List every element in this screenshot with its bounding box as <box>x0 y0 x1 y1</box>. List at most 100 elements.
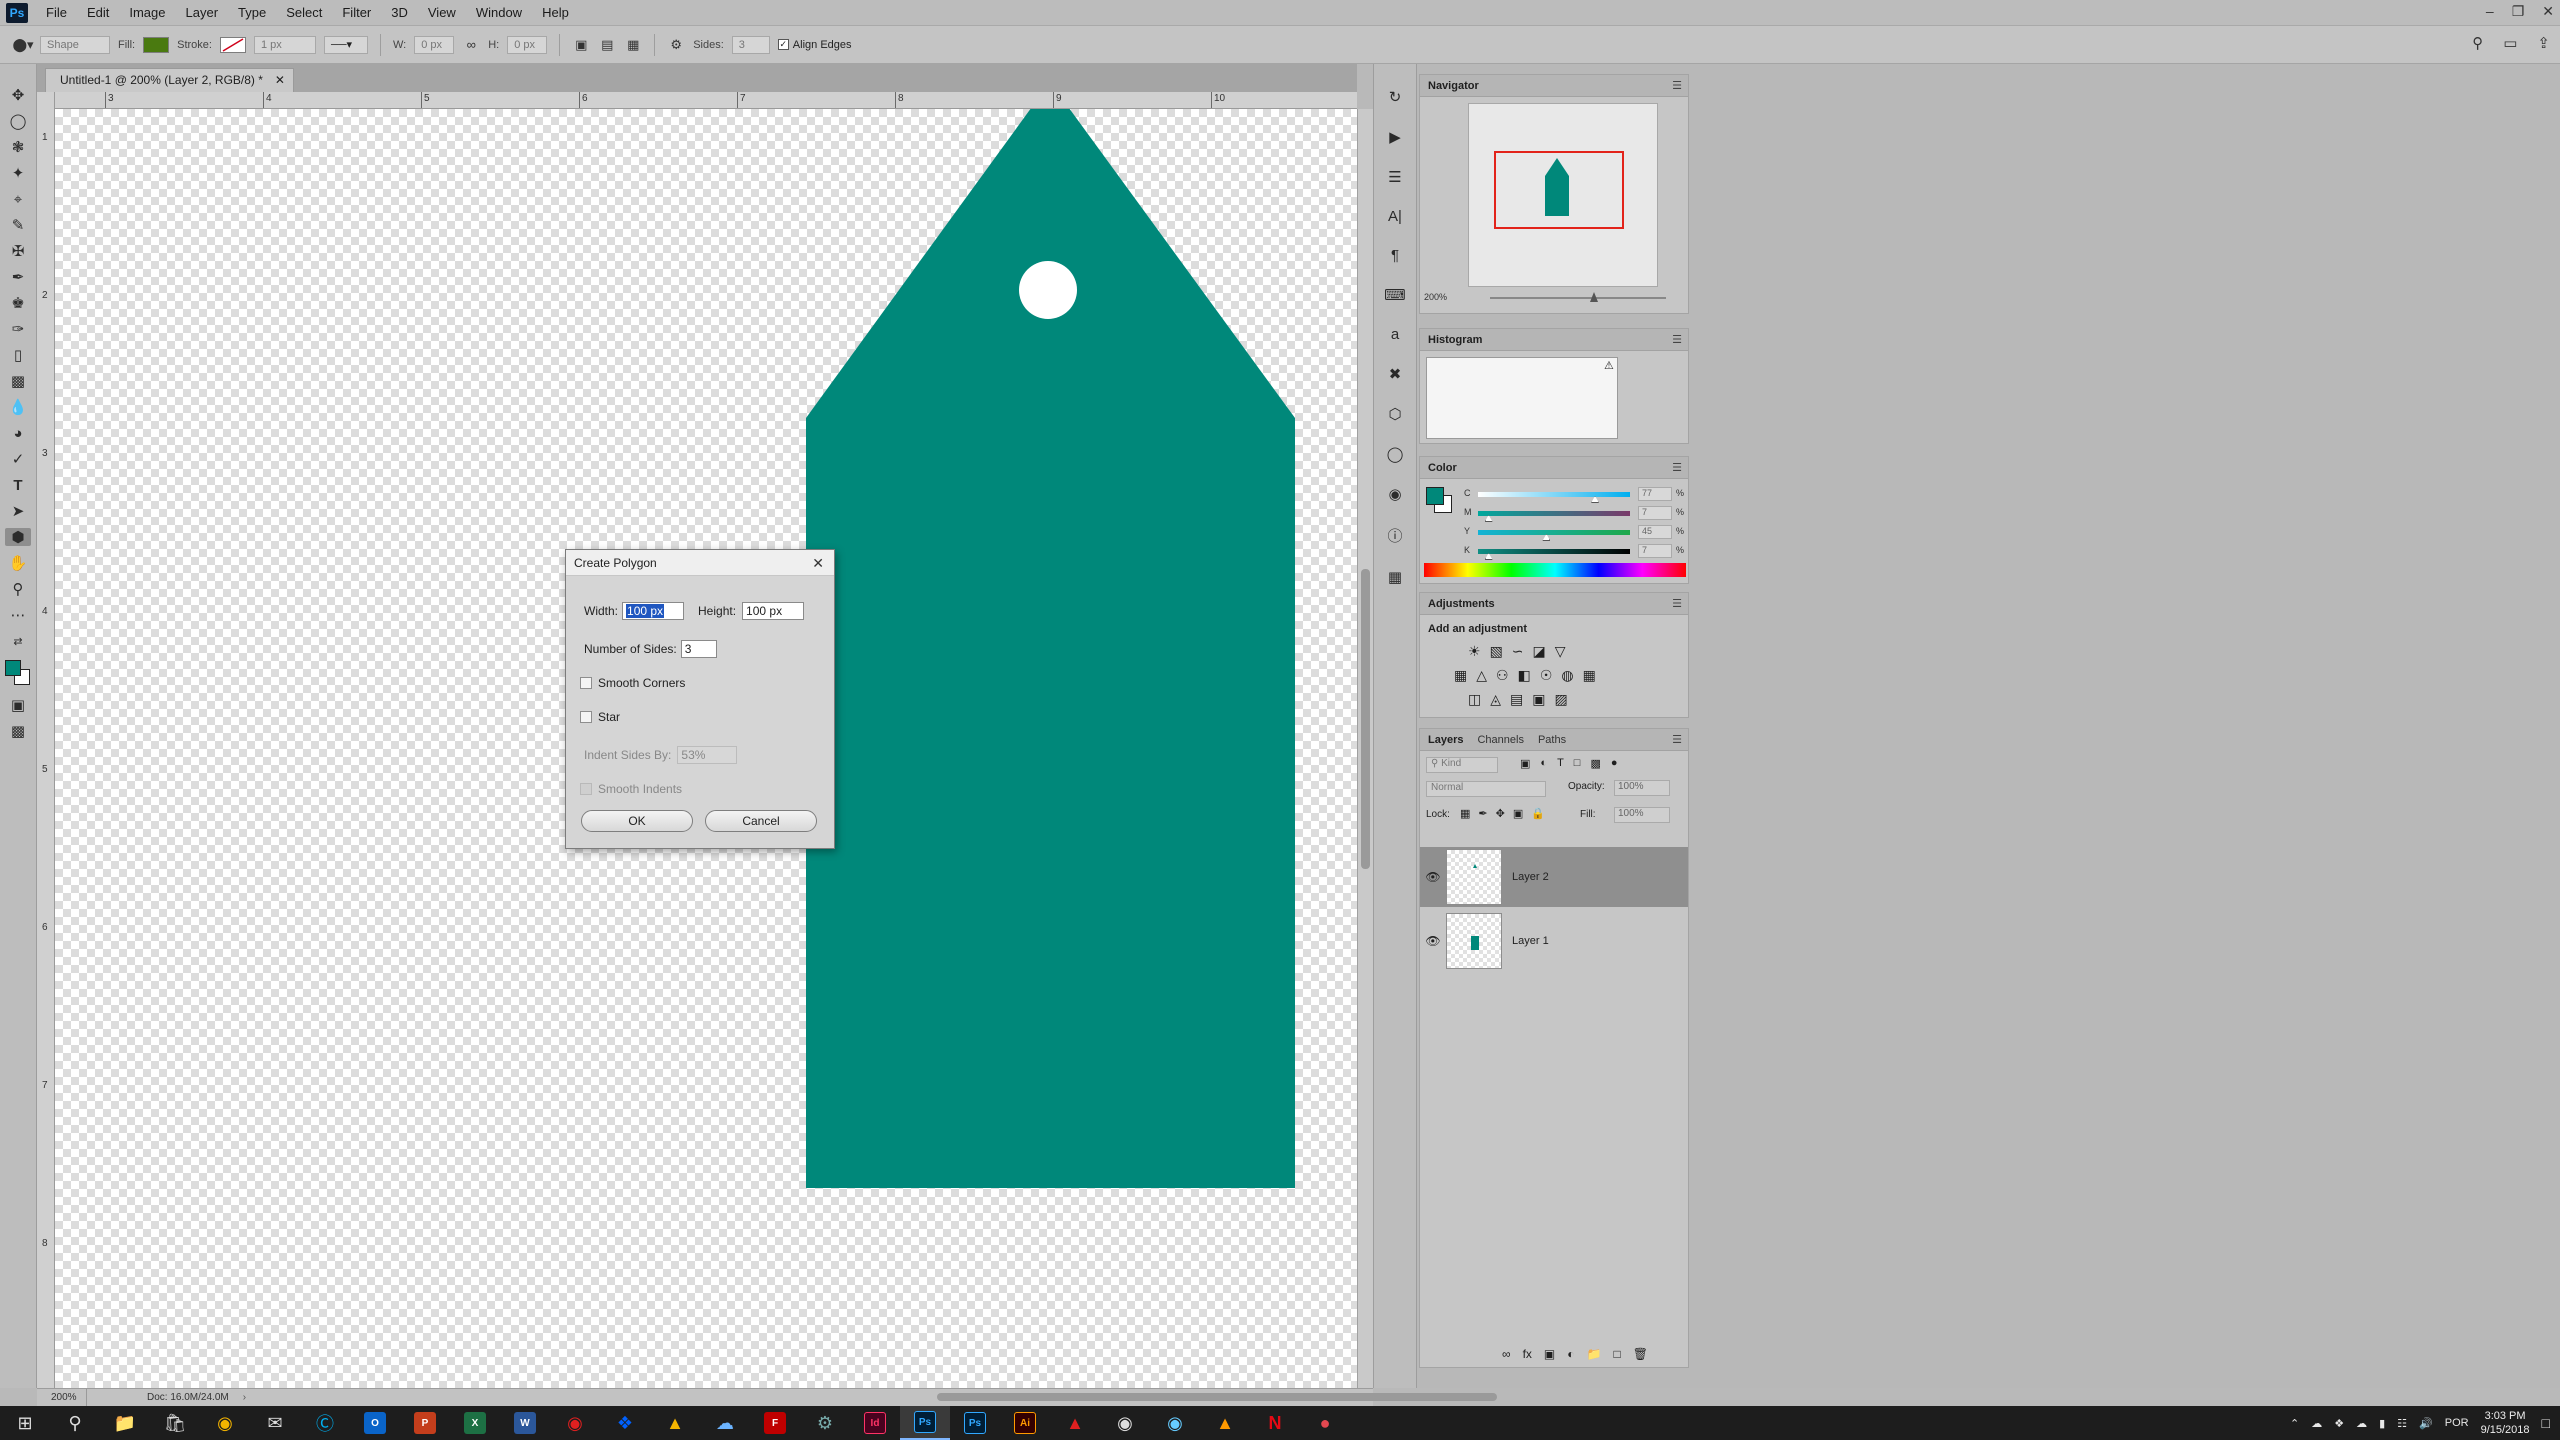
photoshop-icon[interactable]: Ps <box>900 1406 950 1440</box>
stroke-type-select[interactable]: ──▾ <box>323 35 368 54</box>
dialog-sides-input[interactable]: 3 <box>680 640 717 658</box>
smooth-corners-row[interactable]: Smooth Corners <box>580 676 685 690</box>
cloud-tray-icon[interactable]: ☁ <box>2311 1417 2322 1430</box>
panel-menu-icon[interactable]: ☰ <box>1672 329 1682 351</box>
dropbox-icon[interactable]: ❖ <box>600 1406 650 1440</box>
channel-handle[interactable] <box>1484 553 1493 560</box>
battery-icon[interactable]: ▮ <box>2379 1417 2385 1430</box>
opacity-field[interactable]: 100% <box>1614 780 1670 796</box>
eyedropper-icon[interactable]: ✎ <box>5 216 31 234</box>
indent-input[interactable]: 53% <box>677 746 738 764</box>
stamp-tool-icon[interactable]: ♚ <box>5 294 31 312</box>
lock-artboard-icon[interactable]: ▣ <box>1513 807 1523 820</box>
panel-menu-icon[interactable]: ☰ <box>1672 75 1682 97</box>
onedrive-tray-icon[interactable]: ☁ <box>2356 1417 2367 1430</box>
skype-icon[interactable]: Ⓒ <box>300 1406 350 1440</box>
navigator-zoom-slider[interactable] <box>1490 297 1666 299</box>
channel-track[interactable] <box>1478 511 1630 516</box>
channel-value[interactable]: 45 <box>1638 525 1672 539</box>
gradient-map-icon[interactable]: ▽ <box>1555 643 1566 660</box>
more-tools-icon[interactable]: ⋯ <box>5 606 31 624</box>
dropbox-tray-icon[interactable]: ❖ <box>2334 1417 2344 1430</box>
filter-type-icon[interactable]: T <box>1557 757 1564 770</box>
channel-value[interactable]: 77 <box>1638 487 1672 501</box>
vlc-icon[interactable]: ▲ <box>1200 1406 1250 1440</box>
delete-layer-icon[interactable]: 🗑 <box>1633 1347 1648 1361</box>
workspace-icon[interactable]: ▭ <box>2503 34 2517 52</box>
marquee-tool-icon[interactable]: ◯ <box>5 112 31 130</box>
path-alignment-icon[interactable]: ▤ <box>598 36 616 54</box>
color-swatches[interactable] <box>3 658 33 688</box>
info-icon[interactable]: ⓘ <box>1384 525 1406 546</box>
clock[interactable]: 3:03 PM 9/15/2018 <box>2481 1409 2530 1437</box>
blur-tool-icon[interactable]: 💧 <box>5 398 31 416</box>
store-icon[interactable]: 🛍 <box>150 1406 200 1440</box>
paragraph-icon[interactable]: ¶ <box>1384 247 1406 264</box>
dodge-tool-icon[interactable]: ◕ <box>5 424 31 442</box>
move-tool-icon[interactable]: ✥ <box>5 86 31 104</box>
close-tab-icon[interactable]: ✕ <box>275 69 285 91</box>
healing-brush-icon[interactable]: ✠ <box>5 242 31 260</box>
outlook-icon[interactable]: O <box>350 1406 400 1440</box>
star-checkbox[interactable] <box>580 711 592 723</box>
polygon-tool-icon[interactable]: ⬢ <box>5 528 31 546</box>
tab-channels[interactable]: Channels <box>1477 729 1523 750</box>
layer-filter-kind[interactable]: ⚲ Kind <box>1426 757 1498 773</box>
libraries-icon[interactable]: ◉ <box>1384 485 1406 503</box>
bridge-icon[interactable]: ◉ <box>1150 1406 1200 1440</box>
gradient-fill-icon[interactable]: ▨ <box>1554 691 1567 708</box>
filter-toggle-icon[interactable]: ● <box>1611 757 1618 770</box>
color-slider-y[interactable]: Y 45% <box>1464 525 1688 541</box>
panel-menu-icon[interactable]: ☰ <box>1672 457 1682 479</box>
3d-icon[interactable]: ⬡ <box>1384 405 1406 423</box>
dialog-width-input[interactable]: 100 px <box>622 602 685 620</box>
align-edges-checkbox[interactable]: ✓ Align Edges <box>777 39 852 51</box>
menu-file[interactable]: File <box>36 0 77 26</box>
color-slider-m[interactable]: M 7% <box>1464 506 1688 522</box>
start-icon[interactable]: ⊞ <box>0 1406 50 1440</box>
fx-icon[interactable]: fx <box>1523 1347 1532 1361</box>
quick-mask-icon[interactable]: ▣ <box>5 696 31 714</box>
color-slider-k[interactable]: K 7% <box>1464 544 1688 560</box>
restore-icon[interactable]: ❐ <box>2512 0 2525 22</box>
actions-icon[interactable]: ▶ <box>1384 128 1406 146</box>
pen-tool-icon[interactable]: ✓ <box>5 450 31 468</box>
layer-1-name[interactable]: Layer 1 <box>1512 935 1549 947</box>
vertical-scrollbar[interactable] <box>1357 109 1373 1388</box>
type-tool-icon[interactable]: T <box>5 476 31 494</box>
layer-2-name[interactable]: Layer 2 <box>1512 871 1549 883</box>
menu-type[interactable]: Type <box>228 0 276 26</box>
channel-handle[interactable] <box>1484 515 1493 522</box>
crop-tool-icon[interactable]: ⌖ <box>5 190 31 208</box>
link-layers-icon[interactable]: ∞ <box>1502 1347 1511 1361</box>
brush-tool-icon[interactable]: ✒ <box>5 268 31 286</box>
vibrance-icon[interactable]: ▦ <box>1454 667 1467 684</box>
illustrator-icon[interactable]: Ai <box>1000 1406 1050 1440</box>
acrobat-reader-icon[interactable]: ◉ <box>550 1406 600 1440</box>
google-drive-icon[interactable]: ▲ <box>650 1406 700 1440</box>
channel-handle[interactable] <box>1542 534 1551 541</box>
add-mask-icon[interactable]: ▣ <box>1544 1347 1555 1361</box>
search-icon[interactable]: ⚲ <box>50 1406 100 1440</box>
photo-filter-icon[interactable]: ☉ <box>1540 667 1553 684</box>
eraser-tool-icon[interactable]: ▯ <box>5 346 31 364</box>
channel-handle[interactable] <box>1591 496 1600 503</box>
indesign-icon[interactable]: Id <box>850 1406 900 1440</box>
sides-field[interactable]: 3 <box>731 35 770 54</box>
file-explorer-icon[interactable]: 📁 <box>100 1406 150 1440</box>
fill-field[interactable]: 100% <box>1614 807 1670 823</box>
search-icon[interactable]: ⚲ <box>2472 34 2483 52</box>
menu-edit[interactable]: Edit <box>77 0 119 26</box>
zoom-level[interactable]: 200% <box>37 1389 87 1406</box>
share-icon[interactable]: ⇪ <box>2537 34 2550 52</box>
foreground-color[interactable] <box>5 660 21 676</box>
menu-image[interactable]: Image <box>119 0 175 26</box>
minimize-icon[interactable]: – <box>2486 0 2494 22</box>
hue-saturation-icon[interactable]: △ <box>1476 667 1487 684</box>
menu-view[interactable]: View <box>418 0 466 26</box>
media-player-icon[interactable]: ◉ <box>1100 1406 1150 1440</box>
stroke-width-field[interactable]: 1 px <box>253 35 316 54</box>
posterize-icon[interactable]: ◬ <box>1490 691 1501 708</box>
height-field[interactable]: 0 px <box>507 35 548 54</box>
star-row[interactable]: Star <box>580 710 620 724</box>
